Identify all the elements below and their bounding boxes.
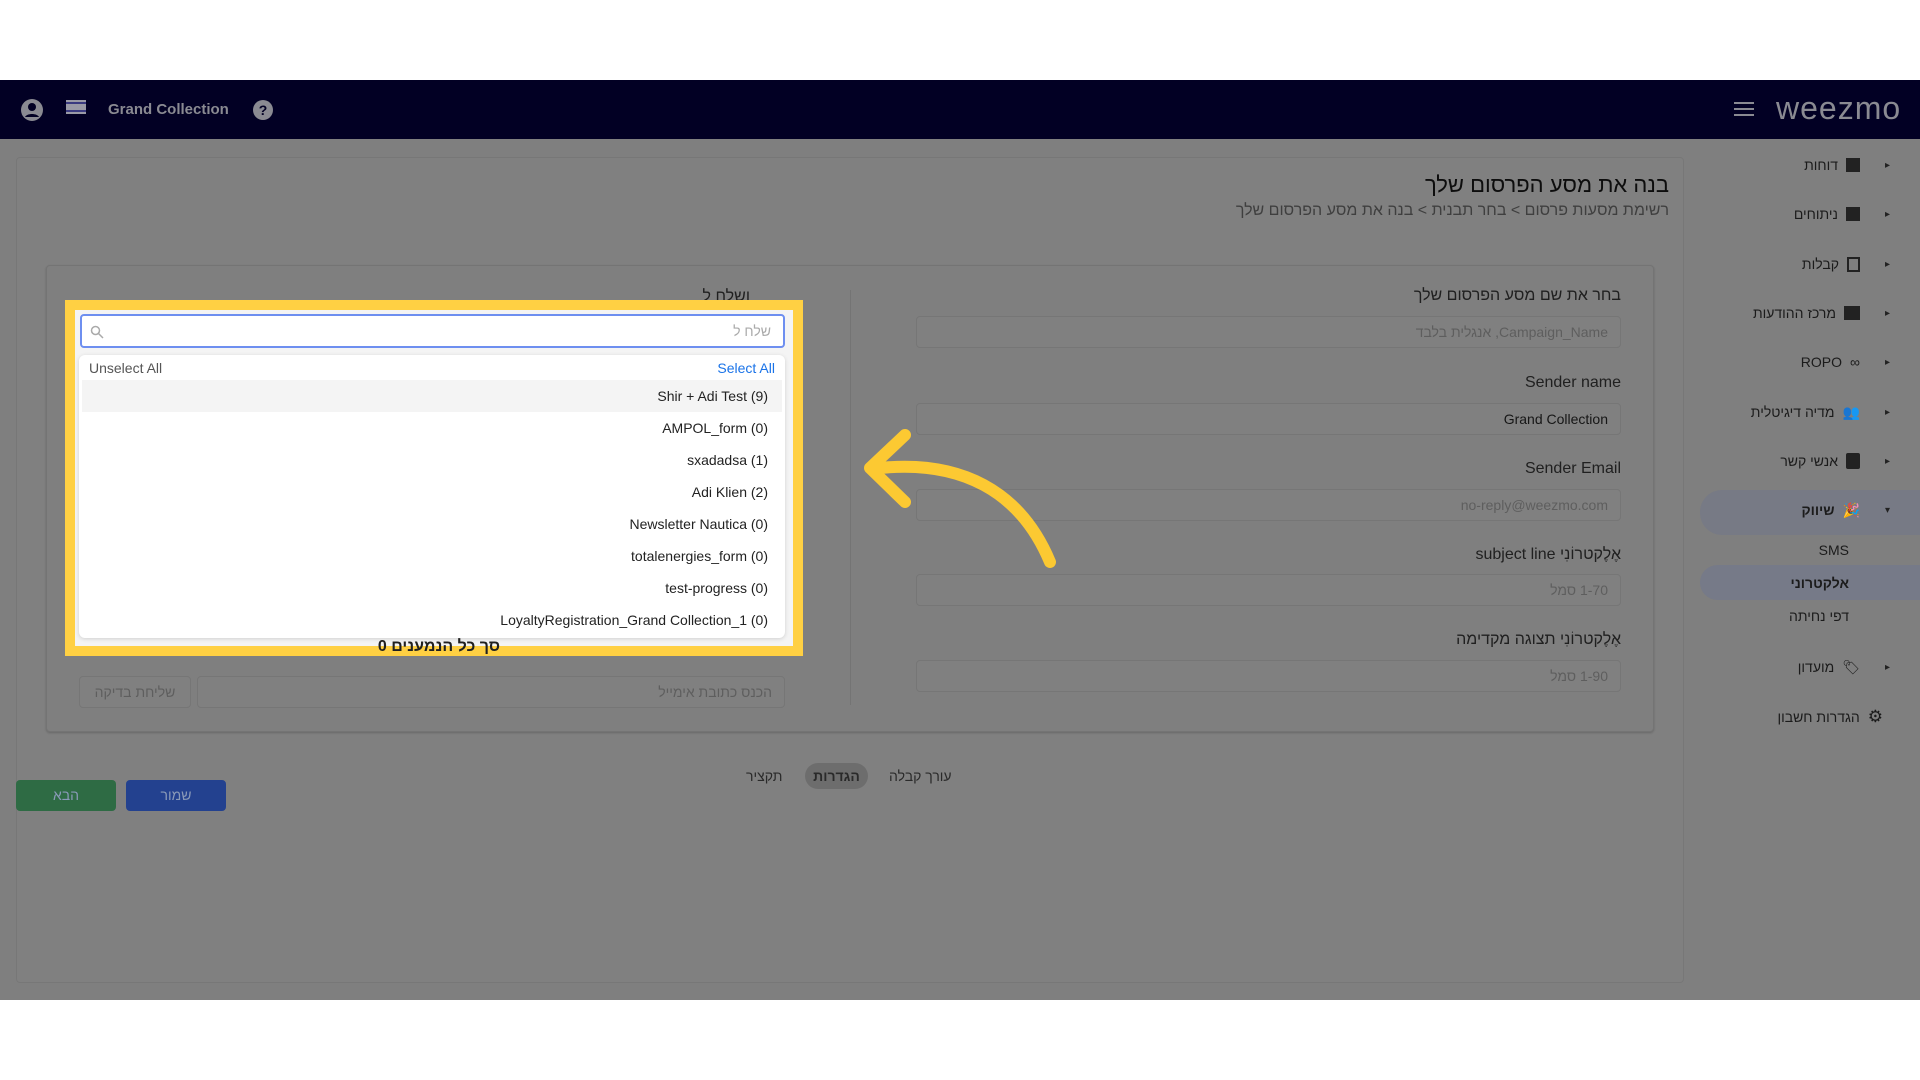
sidebar-item-ropo[interactable]: ∞ ROPO <box>1801 350 1860 374</box>
list-item[interactable]: sxadadsa (1) <box>82 444 782 476</box>
preview-text-input[interactable]: 1-90 סמל <box>916 660 1621 692</box>
search-icon <box>90 325 104 339</box>
sender-name-label: Sender name <box>1524 374 1621 391</box>
sidebar-item-label: מרכז ההודעות <box>1752 305 1836 321</box>
tab-summary[interactable]: תקציר <box>746 763 782 789</box>
chevron-right-icon[interactable]: ▸ <box>1885 209 1890 220</box>
breadcrumb-separator: > <box>1510 202 1521 219</box>
sidebar-subitem-email[interactable]: אלקטרוני <box>1791 575 1849 591</box>
top-margin <box>0 0 1920 80</box>
sidebar-subitem-sms[interactable]: SMS <box>1819 542 1849 558</box>
select-all-button[interactable]: Select All <box>717 360 775 376</box>
sidebar-item-account-settings[interactable]: ⚙ הגדרות חשבון <box>1777 705 1883 729</box>
save-button[interactable]: שמור <box>126 780 226 811</box>
list-item[interactable]: Shir + Adi Test (9) <box>82 380 782 412</box>
infinity-icon: ∞ <box>1850 354 1860 370</box>
gear-icon: ⚙ <box>1867 707 1883 726</box>
people-icon: 👥 <box>1842 403 1860 420</box>
page-title: בנה את מסע הפרסום שלך <box>1424 172 1669 197</box>
dashboard-icon <box>1846 158 1860 172</box>
sidebar-item-label: אנשי קשר <box>1780 453 1838 469</box>
sidebar-item-marketing[interactable]: 🎉 שיווק <box>1801 498 1860 522</box>
chat-icon <box>1844 306 1860 320</box>
menu-icon[interactable] <box>1734 101 1754 117</box>
sidebar-item-label: ROPO <box>1800 354 1843 370</box>
chevron-down-icon[interactable]: ▾ <box>1885 505 1890 516</box>
breadcrumb-item: בנה את מסע הפרסום שלך <box>1235 202 1414 219</box>
sidebar-item-label: קבלות <box>1801 256 1839 272</box>
sidebar-subitem-landing-pages[interactable]: דפי נחיתה <box>1789 608 1849 624</box>
help-icon[interactable]: ? <box>252 99 274 121</box>
next-button[interactable]: הבא <box>16 780 116 811</box>
tab-settings[interactable]: הגדרות <box>805 763 868 789</box>
chevron-right-icon[interactable]: ▸ <box>1885 160 1890 171</box>
sidebar-item-reports[interactable]: דוחות <box>1804 153 1860 177</box>
campaign-name-label: בחר את שם מסע הפרסום שלך <box>1413 287 1621 304</box>
user-icon[interactable] <box>20 98 44 122</box>
top-navbar: Grand Collection ? weezmo <box>0 80 1920 139</box>
sidebar-item-club[interactable]: 🏷 מועדון <box>1798 655 1860 679</box>
total-recipients: סך כל הנמענים 0 <box>377 638 500 655</box>
sidebar-item-label: הגדרות חשבון <box>1777 709 1860 725</box>
list-item[interactable]: AMPOL_form (0) <box>82 412 782 444</box>
chevron-right-icon[interactable]: ▸ <box>1885 357 1890 368</box>
bottom-margin <box>0 1000 1920 1080</box>
send-test-button[interactable]: שליחת בדיקה <box>79 676 191 708</box>
chevron-right-icon[interactable]: ▸ <box>1885 456 1890 467</box>
chevron-right-icon[interactable]: ▸ <box>1885 259 1890 270</box>
dropdown-panel: Unselect All Select All Shir + Adi Test … <box>79 355 785 638</box>
sender-email-label: Sender Email <box>1524 460 1621 477</box>
list-item[interactable]: Newsletter Nautica (0) <box>82 508 782 540</box>
svg-text:?: ? <box>259 102 268 118</box>
arrow-annotation <box>864 429 1056 568</box>
list-item[interactable]: Adi Klien (2) <box>82 476 782 508</box>
sidebar-item-receipts[interactable]: קבלות <box>1802 252 1860 276</box>
chevron-right-icon[interactable]: ▸ <box>1885 407 1890 418</box>
list-item[interactable]: totalenergies_form (0) <box>82 540 782 572</box>
receipt-icon <box>1847 256 1860 272</box>
sidebar-item-analytics[interactable]: ניתוחים <box>1794 202 1860 226</box>
chevron-right-icon[interactable]: ▸ <box>1885 662 1890 673</box>
party-popper-icon: 🎉 <box>1842 501 1860 518</box>
send-to-search-input[interactable]: שלח ל <box>80 314 785 348</box>
breadcrumb: רשימת מסעות פרסום > בחר תבנית > בנה את מ… <box>1236 202 1669 220</box>
list-item[interactable]: test-progress (0) <box>82 572 782 604</box>
sidebar-item-label: דוחות <box>1804 157 1838 173</box>
test-email-input[interactable]: הכנס כתובת אימייל <box>197 676 785 708</box>
chevron-right-icon[interactable]: ▸ <box>1885 308 1890 319</box>
list-item[interactable]: LoyaltyRegistration_Grand Collection_1 (… <box>82 604 782 636</box>
sidebar-item-messages[interactable]: מרכז ההודעות <box>1753 301 1860 325</box>
account-name[interactable]: Grand Collection <box>108 101 229 118</box>
bar-chart-icon <box>1846 207 1860 221</box>
tag-icon: 🏷 <box>1842 658 1860 675</box>
breadcrumb-separator: > <box>1417 202 1428 219</box>
sidebar-item-contacts[interactable]: אנשי קשר <box>1780 449 1860 473</box>
sidebar-item-digital-media[interactable]: 👥 מדיה דיגיטלית <box>1751 400 1860 424</box>
subject-line-label: אֶלֶקטרוֹנִי subject line <box>1475 546 1621 563</box>
unselect-all-button[interactable]: Unselect All <box>89 360 162 376</box>
campaign-name-input[interactable]: Campaign_Name, אנגלית בלבד <box>916 316 1621 348</box>
weezmo-logo: weezmo <box>1776 90 1902 126</box>
contact-icon <box>1846 453 1860 469</box>
sidebar-item-label: ניתוחים <box>1793 206 1838 222</box>
sidebar-item-label: מדיה דיגיטלית <box>1750 404 1835 420</box>
tab-receipt-editor[interactable]: עורך קבלה <box>889 763 952 789</box>
breadcrumb-item[interactable]: בחר תבנית <box>1432 202 1507 219</box>
sidebar-item-label: שיווק <box>1801 502 1835 518</box>
flag-icon[interactable] <box>66 100 86 114</box>
sidebar-item-label: מועדון <box>1797 659 1835 675</box>
preview-text-label: אֶלֶקטרוֹנִי תצוגה מקדימה <box>1456 631 1621 648</box>
search-placeholder: שלח ל <box>733 323 771 339</box>
breadcrumb-item[interactable]: רשימת מסעות פרסום <box>1525 202 1669 219</box>
